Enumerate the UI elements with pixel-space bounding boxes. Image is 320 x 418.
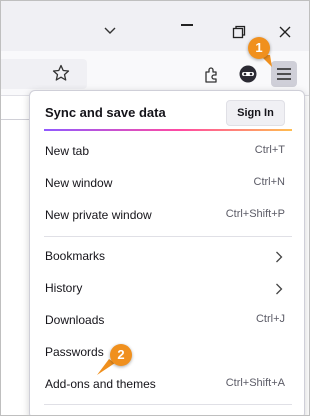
menu-item-label: History: [45, 281, 83, 295]
sync-label: Sync and save data: [45, 105, 166, 120]
chevron-right-icon: [276, 283, 283, 295]
menu-item-label: New private window: [45, 208, 152, 222]
menu-item-add-ons-and-themes[interactable]: Add-ons and themes Ctrl+Shift+A: [30, 369, 304, 401]
menu-item-new-window[interactable]: New window Ctrl+N: [30, 168, 304, 200]
menu-item-label: Downloads: [45, 313, 105, 327]
menu-item-shortcut: Ctrl+J: [255, 313, 285, 325]
account-icon[interactable]: [238, 64, 258, 84]
star-icon[interactable]: [52, 64, 70, 82]
menu-item-downloads[interactable]: Downloads Ctrl+J: [30, 305, 304, 337]
menu-item-shortcut: Ctrl+Shift+A: [225, 377, 285, 389]
close-icon[interactable]: [278, 25, 292, 39]
menu-item-bookmarks[interactable]: Bookmarks: [30, 241, 304, 273]
hamburger-menu-icon: [277, 68, 291, 80]
page-content-divider: [1, 119, 31, 120]
chevron-down-icon[interactable]: [102, 23, 118, 39]
menu-item-passwords[interactable]: Passwords: [30, 337, 304, 369]
sync-section: Sync and save data Sign In: [30, 91, 304, 131]
minimize-icon[interactable]: [181, 24, 193, 26]
menu-item-label: New window: [45, 176, 113, 190]
url-bar[interactable]: [1, 59, 87, 89]
menu-item-history[interactable]: History: [30, 273, 304, 305]
menu-item-new-private-window[interactable]: New private window Ctrl+Shift+P: [30, 200, 304, 232]
menu-item-new-tab[interactable]: New tab Ctrl+T: [30, 136, 304, 168]
extensions-icon[interactable]: [202, 64, 222, 84]
chevron-right-icon: [276, 251, 283, 263]
menu-divider: [44, 236, 292, 237]
menu-item-label: Add-ons and themes: [45, 377, 156, 391]
restore-icon[interactable]: [232, 25, 246, 39]
menu-item-label: Passwords: [45, 345, 104, 359]
accent-bar: [44, 129, 292, 131]
sign-in-button[interactable]: Sign In: [226, 100, 285, 126]
browser-window: Sync and save data Sign In New tab Ctrl+…: [0, 0, 310, 416]
menu-item-shortcut: Ctrl+N: [253, 176, 285, 188]
menu-item-label: New tab: [45, 144, 90, 158]
menu-item-label: Bookmarks: [45, 249, 106, 263]
callout-badge-1: 1: [248, 37, 270, 59]
menu-item-shortcut: Ctrl+T: [254, 144, 285, 156]
menu-divider: [44, 404, 292, 405]
callout-badge-2: 2: [110, 344, 132, 366]
menu-item-shortcut: Ctrl+Shift+P: [225, 208, 285, 220]
app-menu-panel: Sync and save data Sign In New tab Ctrl+…: [29, 90, 305, 415]
